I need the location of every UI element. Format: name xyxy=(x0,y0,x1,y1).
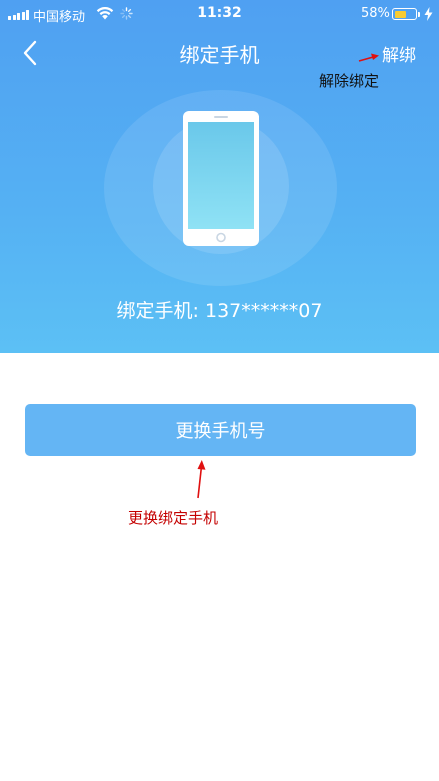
battery-level-fill xyxy=(394,10,406,18)
back-button[interactable] xyxy=(18,38,46,68)
change-phone-annotation: 更换绑定手机 xyxy=(128,509,219,527)
bind-phone-screen: 中国移动 11:32 58% 绑定手机 解绑 绑定手机: 137******07… xyxy=(0,0,439,781)
change-phone-arrow-icon xyxy=(197,460,206,499)
smartphone-icon xyxy=(183,111,259,246)
unbind-annotation: 解除绑定 xyxy=(319,72,380,90)
battery-icon xyxy=(392,8,417,20)
battery-tip xyxy=(418,11,420,17)
unbind-button[interactable]: 解绑 xyxy=(382,41,416,66)
change-phone-button[interactable]: 更换手机号 xyxy=(25,404,416,456)
chevron-left-icon xyxy=(23,40,37,66)
battery-percent: 58% xyxy=(361,6,390,21)
bound-phone-number: 绑定手机: 137******07 xyxy=(116,300,323,322)
status-bar: 中国移动 11:32 58% xyxy=(0,0,439,30)
charging-bolt-icon xyxy=(424,7,433,21)
